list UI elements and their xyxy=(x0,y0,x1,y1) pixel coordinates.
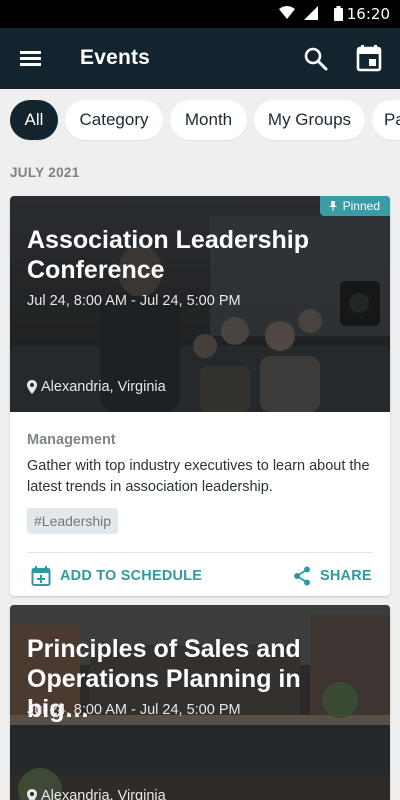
filter-chips: All Category Month My Groups Pa xyxy=(0,89,400,151)
pinned-label: Pinned xyxy=(342,199,380,213)
chip-my-groups[interactable]: My Groups xyxy=(254,100,365,140)
calendar-icon[interactable] xyxy=(355,44,383,72)
share-button[interactable]: SHARE xyxy=(293,566,372,586)
event-category: Management xyxy=(27,432,116,448)
location-pin-icon xyxy=(27,380,37,394)
chip-month[interactable]: Month xyxy=(170,100,247,140)
signal-icon xyxy=(304,6,318,20)
event-title: Association Leadership Conference xyxy=(27,226,310,284)
status-time: 16:20 xyxy=(346,5,390,23)
event-description: Gather with top industry executives to l… xyxy=(27,458,370,495)
card-actions: ADD TO SCHEDULE SHARE xyxy=(10,553,390,596)
pinned-badge: Pinned xyxy=(319,196,390,216)
menu-icon[interactable] xyxy=(16,46,46,72)
location-pin-icon xyxy=(27,789,37,800)
location-text: Alexandria, Virginia xyxy=(41,379,166,395)
search-icon[interactable] xyxy=(302,45,330,73)
add-to-schedule-button[interactable]: ADD TO SCHEDULE xyxy=(31,566,202,586)
location-text: Alexandria, Virginia xyxy=(41,788,166,800)
event-datetime: Jul 24, 8:00 AM - Jul 24, 5:00 PM xyxy=(27,702,241,718)
pin-icon xyxy=(328,201,337,211)
event-location: Alexandria, Virginia xyxy=(27,379,166,395)
add-to-schedule-label: ADD TO SCHEDULE xyxy=(60,568,203,584)
app-bar: Events xyxy=(0,28,400,89)
wifi-icon xyxy=(279,6,295,19)
chip-category[interactable]: Category xyxy=(65,100,163,140)
event-card[interactable]: Pinned Association Leadership Conference… xyxy=(10,196,390,596)
page-title: Events xyxy=(80,46,151,69)
status-bar: 16:20 xyxy=(0,0,400,28)
event-location: Alexandria, Virginia xyxy=(27,788,166,800)
event-hero[interactable]: Principles of Sales and Operations Plann… xyxy=(10,605,390,800)
chip-partial[interactable]: Pa xyxy=(372,100,400,140)
calendar-add-icon xyxy=(31,566,51,586)
event-datetime: Jul 24, 8:00 AM - Jul 24, 5:00 PM xyxy=(27,293,241,309)
share-icon xyxy=(294,566,310,586)
chip-all[interactable]: All xyxy=(10,100,58,140)
event-tag[interactable]: #Leadership xyxy=(27,508,119,534)
section-header: JULY 2021 xyxy=(10,165,80,180)
share-label: SHARE xyxy=(320,568,372,584)
battery-icon xyxy=(334,6,343,21)
event-hero[interactable]: Pinned Association Leadership Conference… xyxy=(10,196,390,412)
event-card[interactable]: Principles of Sales and Operations Plann… xyxy=(10,605,390,800)
